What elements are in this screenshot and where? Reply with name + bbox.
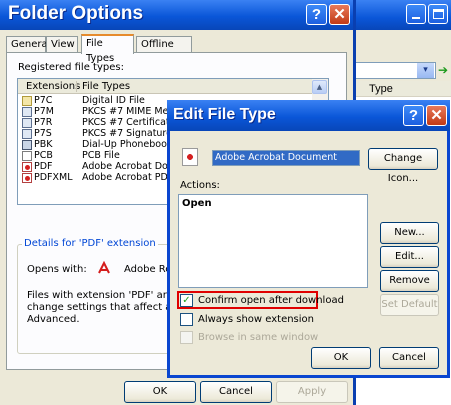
tab-file-types[interactable]: File Types — [81, 34, 134, 64]
ext-cell: P7R — [34, 117, 53, 128]
certificate-icon — [22, 96, 32, 106]
ext-cell: P7S — [34, 128, 52, 139]
maximize-button[interactable] — [428, 4, 448, 24]
actions-label: Actions: — [180, 180, 220, 191]
col-extensions[interactable]: Extensions — [26, 81, 80, 92]
help-button[interactable]: ? — [403, 105, 424, 126]
opens-with-label: Opens with: — [27, 264, 87, 275]
action-item-open[interactable]: Open — [182, 198, 212, 209]
remove-action-button[interactable]: Remove — [380, 270, 439, 292]
type-cell: Digital ID File — [82, 95, 145, 106]
ext-cell: P7C — [34, 95, 53, 106]
dialog-title: Edit File Type — [173, 106, 276, 123]
close-button[interactable]: ✕ — [426, 105, 447, 126]
document-icon — [22, 129, 32, 139]
type-cell: PKCS #7 Signature — [82, 128, 172, 139]
new-action-button[interactable]: New... — [380, 222, 439, 244]
edit-file-type-titlebar: Edit File Type ? ✕ — [167, 100, 450, 131]
ext-cell: PDF — [34, 161, 53, 172]
pdf-icon — [22, 162, 32, 172]
ok-button[interactable]: OK — [311, 347, 371, 369]
apply-button[interactable]: Apply — [276, 381, 348, 403]
explorer-titlebar — [352, 0, 451, 30]
pdf-file-icon[interactable] — [182, 148, 198, 166]
change-icon-button[interactable]: Change Icon... — [368, 148, 438, 184]
edit-file-type-dialog: Edit File Type ? ✕ Adobe Acrobat Documen… — [167, 100, 450, 378]
tab-view[interactable]: View — [46, 36, 78, 53]
always-show-extension-label: Always show extension — [198, 314, 315, 325]
always-show-extension-checkbox[interactable] — [180, 313, 193, 326]
actions-list[interactable]: Open — [178, 194, 368, 288]
type-cell: Adobe Acrobat Docu — [82, 161, 180, 172]
type-cell: PCB File — [82, 150, 120, 161]
type-name-field[interactable]: Adobe Acrobat Document — [212, 150, 360, 166]
window-title: Folder Options — [8, 3, 144, 24]
pdf-icon — [22, 173, 32, 183]
document-icon — [22, 118, 32, 128]
ext-cell: PDFXML — [34, 172, 73, 183]
description-line-3: Advanced. — [27, 314, 80, 325]
column-header-type-label: Type — [369, 83, 393, 95]
browse-same-window-checkbox[interactable] — [180, 331, 193, 344]
ext-cell: P7M — [34, 106, 54, 117]
help-button[interactable]: ? — [306, 4, 327, 25]
go-arrow-icon[interactable]: ➔ — [438, 63, 451, 78]
acrobat-icon — [97, 260, 111, 275]
type-cell: PKCS #7 Certificates — [82, 117, 181, 128]
browse-same-window-label: Browse in same window — [198, 332, 319, 343]
file-icon — [22, 151, 32, 161]
phonebook-icon — [22, 140, 32, 150]
tab-offline-files[interactable]: Offline Files — [136, 36, 192, 65]
list-header: Extensions File Types — [18, 79, 328, 94]
cancel-button[interactable]: Cancel — [200, 381, 272, 403]
document-icon — [22, 107, 32, 117]
chevron-down-icon[interactable]: ▾ — [417, 63, 434, 78]
col-file-types[interactable]: File Types — [82, 81, 130, 92]
confirm-open-checkbox[interactable]: ✓ — [180, 294, 193, 307]
type-cell: Dial-Up Phonebook — [82, 139, 173, 150]
edit-action-button[interactable]: Edit... — [380, 246, 439, 268]
folder-options-titlebar: Folder Options ? ✕ — [0, 0, 353, 30]
scroll-up-icon[interactable]: ▲ — [312, 80, 327, 94]
column-header-type[interactable]: Type — [352, 81, 451, 97]
cancel-button[interactable]: Cancel — [379, 347, 439, 369]
type-cell: Adobe Acrobat PDFX — [82, 172, 180, 183]
ok-button[interactable]: OK — [124, 381, 196, 403]
ext-cell: PBK — [34, 139, 53, 150]
close-button[interactable]: ✕ — [329, 4, 350, 25]
tab-general[interactable]: General — [6, 36, 50, 53]
details-title: Details for 'PDF' extension — [22, 238, 158, 249]
confirm-open-label: Confirm open after download — [198, 295, 344, 306]
set-default-button[interactable]: Set Default — [380, 294, 439, 316]
minimize-button[interactable] — [406, 4, 426, 24]
ext-cell: PCB — [34, 150, 53, 161]
